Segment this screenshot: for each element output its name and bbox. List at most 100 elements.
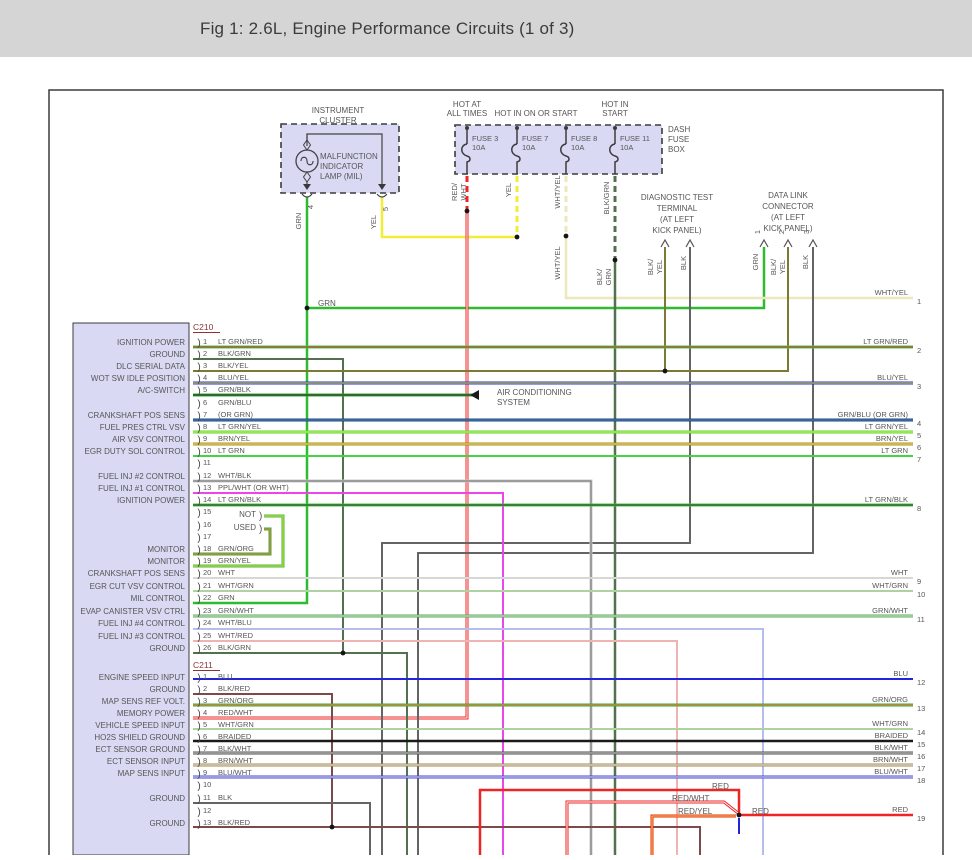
rotated-wire-label: BLK/ xyxy=(769,258,778,275)
rotated-wire-label: YEL xyxy=(504,183,513,197)
exit-number: 17 xyxy=(917,764,925,773)
pin-number: 24 xyxy=(203,618,211,627)
exit-wire-label: WHT/GRN xyxy=(872,581,908,590)
fuse-label: FUSE 11 xyxy=(620,134,650,143)
diagram-label: RED xyxy=(752,807,769,816)
pin-number: 10 xyxy=(203,446,211,455)
pin-wire-label: BRN/WHT xyxy=(218,756,253,765)
connector-header: C211 xyxy=(193,660,213,670)
connector-bump-icon xyxy=(301,193,313,198)
pin-wire-label: BLK xyxy=(218,793,232,802)
rotated-wire-label: WHT xyxy=(459,183,468,200)
pin-circuit-label: GROUND xyxy=(149,350,185,359)
pin-number: 14 xyxy=(203,495,211,504)
pin-number: 4 xyxy=(203,708,207,717)
diagram-label: RED/WHT xyxy=(672,794,709,803)
pin-wire-label: GRN/WHT xyxy=(218,606,254,615)
pin-number: 12 xyxy=(203,471,211,480)
pin-wire-label: LT GRN/RED xyxy=(218,337,263,346)
exit-number: 5 xyxy=(917,431,921,440)
diagram-label: RED/YEL xyxy=(678,807,713,816)
wire-stripe-redyel-bottom xyxy=(651,815,736,855)
ac-system-arrow-icon xyxy=(470,390,479,400)
diagram-label: ) xyxy=(259,524,262,535)
pin-bracket-icon: ) xyxy=(197,472,200,483)
pin-wire-label: BLK/GRN xyxy=(218,643,251,652)
pin-circuit-label: MAP SENS REF VOLT. xyxy=(102,697,185,706)
pin-wire-label: WHT/RED xyxy=(218,631,254,640)
exit-number: 13 xyxy=(917,704,925,713)
pin-circuit-label: MEMORY POWER xyxy=(117,709,185,718)
rotated-wire-label: 1 xyxy=(753,230,762,234)
connector-bump-icon xyxy=(376,193,388,198)
diagram-label: HOT IN ON OR START xyxy=(494,109,577,118)
pin-circuit-label: ENGINE SPEED INPUT xyxy=(99,673,185,682)
rotated-wire-label: YEL xyxy=(369,215,378,229)
exit-number: 11 xyxy=(917,615,925,624)
up-arrow-icon xyxy=(660,238,670,248)
pin-circuit-label: DLC SERIAL DATA xyxy=(116,362,185,371)
pin-bracket-icon: ) xyxy=(197,819,200,830)
rotated-wire-label: GRN xyxy=(751,254,760,271)
wire-c211-2 xyxy=(193,693,333,827)
pin-number: 4 xyxy=(203,373,207,382)
diagram-label: HOT AT xyxy=(453,100,481,109)
diagram-label: ALL TIMES xyxy=(447,109,487,118)
pin-circuit-label: EVAP CANISTER VSV CTRL xyxy=(80,607,185,616)
pin-circuit-label: FUEL INJ #1 CONTROL xyxy=(98,484,185,493)
pin-bracket-icon: ) xyxy=(197,386,200,397)
rotated-wire-label: 3 xyxy=(802,230,811,234)
pin-bracket-icon: ) xyxy=(197,807,200,818)
rotated-wire-label: YEL xyxy=(655,260,664,274)
pin-bracket-icon: ) xyxy=(197,496,200,507)
pin-circuit-label: MONITOR xyxy=(147,557,185,566)
diagram-label: AIR CONDITIONING xyxy=(497,388,572,397)
rotated-wire-label: WHT/YEL xyxy=(553,175,562,208)
rotated-wire-label: 2 xyxy=(777,230,786,234)
pin-number: 2 xyxy=(203,349,207,358)
pin-number: 6 xyxy=(203,398,207,407)
connector-header: C210 xyxy=(193,322,214,332)
diagram-label: DASH xyxy=(668,125,690,134)
pin-wire-label: WHT xyxy=(218,568,235,577)
exit-wire-label: WHT xyxy=(891,568,908,577)
exit-wire-label: BRN/WHT xyxy=(873,755,908,764)
pin-number: 1 xyxy=(203,672,207,681)
pin-wire-label: (OR GRN) xyxy=(218,410,253,419)
pin-bracket-icon: ) xyxy=(197,769,200,780)
diagram-label: CONNECTOR xyxy=(762,202,814,211)
junction-dot xyxy=(304,305,310,311)
exit-number: 16 xyxy=(917,752,925,761)
rotated-wire-label: WHT/YEL xyxy=(553,246,562,279)
pin-circuit-label: MIL CONTROL xyxy=(131,594,186,603)
pin-circuit-label: EGR CUT VSV CONTROL xyxy=(90,582,186,591)
pin-bracket-icon: ) xyxy=(197,745,200,756)
pin-number: 6 xyxy=(203,732,207,741)
rotated-wire-label: BLK/ xyxy=(595,268,604,285)
exit-wire-label: GRN/BLU (OR GRN) xyxy=(838,410,909,419)
exit-wire-label: GRN/WHT xyxy=(872,606,908,615)
wire-c211-11 xyxy=(193,802,371,855)
pin-number: 7 xyxy=(203,410,207,419)
exit-wire-label: LT GRN/RED xyxy=(863,337,908,346)
pin-bracket-icon: ) xyxy=(197,350,200,361)
diagram-label: GRN xyxy=(318,299,336,308)
pin-circuit-label: FUEL PRES CTRL VSV xyxy=(100,423,186,432)
pin-circuit-label: HO2S SHIELD GROUND xyxy=(94,733,185,742)
pin-bracket-icon: ) xyxy=(197,435,200,446)
exit-wire-label: WHT/YEL xyxy=(875,288,908,297)
wiring-diagram-canvas: FUSE 3 10A FUSE 7 10A FUSE 8 10A FUSE 11 10A INS… xyxy=(0,0,972,856)
exit-wire-label: BRN/YEL xyxy=(876,434,908,443)
up-arrow-icon xyxy=(685,238,695,248)
pin-wire-label: BLU/YEL xyxy=(218,373,249,382)
pin-circuit-label: GROUND xyxy=(149,685,185,694)
up-arrow-icon xyxy=(783,238,793,248)
pin-circuit-label: FUEL INJ #2 CONTROL xyxy=(98,472,185,481)
up-arrow-icon xyxy=(759,238,769,248)
pin-bracket-icon: ) xyxy=(197,607,200,618)
pin-number: 21 xyxy=(203,581,211,590)
rotated-wire-label: BLK xyxy=(801,255,810,269)
pin-circuit-label: IGNITION POWER xyxy=(117,338,185,347)
pin-circuit-label: CRANKSHAFT POS SENS xyxy=(88,569,185,578)
diagram-label: DIAGNOSTIC TEST xyxy=(641,193,713,202)
